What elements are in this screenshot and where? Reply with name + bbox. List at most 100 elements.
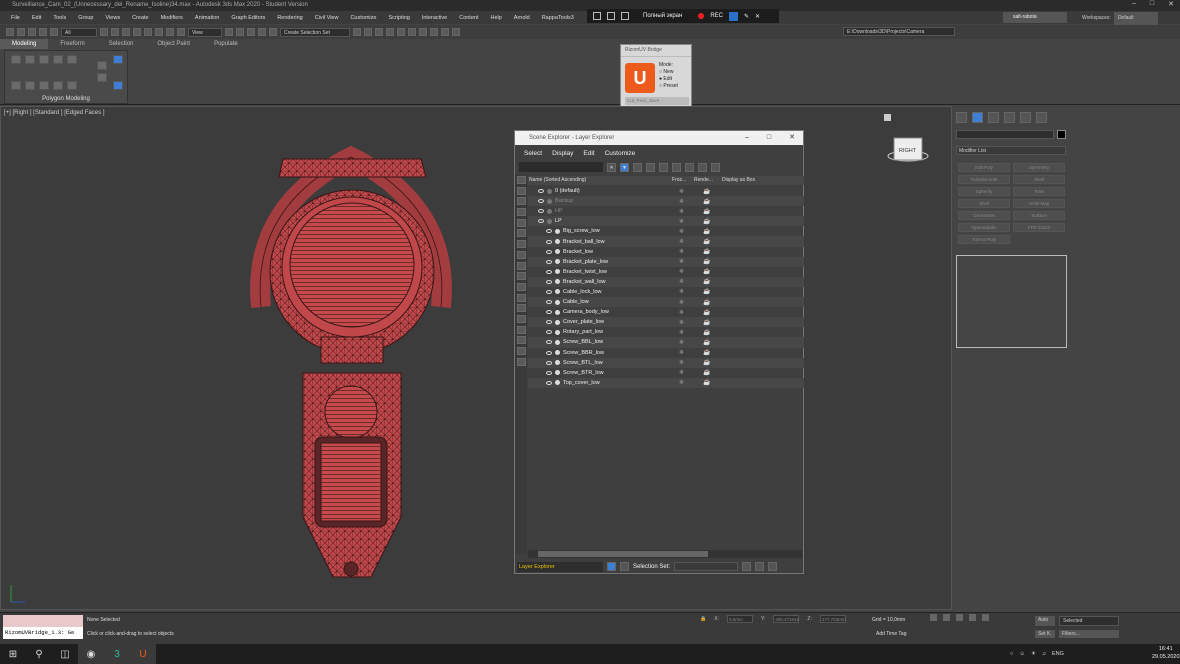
menu-item[interactable]: Help xyxy=(484,15,507,21)
renderable-icon[interactable]: ☕ xyxy=(703,198,710,205)
menu-item[interactable]: Customize xyxy=(344,15,382,21)
percent-snap-icon[interactable] xyxy=(258,28,266,36)
utilities-tab-icon[interactable] xyxy=(1036,112,1047,123)
modifier-button[interactable]: FFD 3x3x3 xyxy=(1013,223,1065,232)
menu-item[interactable]: Edit xyxy=(26,15,47,21)
lights-icon[interactable] xyxy=(516,208,526,217)
rotate-icon[interactable] xyxy=(155,28,163,36)
layer-row[interactable]: HP ❄ ☕ xyxy=(528,206,804,216)
xrefs-icon[interactable] xyxy=(516,261,526,270)
freeze-icon[interactable]: ❄ xyxy=(679,208,684,215)
cameras-icon[interactable] xyxy=(516,218,526,227)
goto-end-icon[interactable] xyxy=(982,614,989,621)
people-icon[interactable]: ☺ xyxy=(1019,651,1025,657)
menu-item[interactable]: Rendering xyxy=(271,15,308,21)
menu-edit[interactable]: Edit xyxy=(578,150,599,157)
renderable-icon[interactable]: ☕ xyxy=(703,218,710,225)
object-row[interactable]: Rotary_part_low ❄ ☕ xyxy=(528,327,804,337)
ribbon-tool-icon[interactable] xyxy=(53,55,63,64)
maximize-icon[interactable]: □ xyxy=(767,131,771,145)
tab-modeling[interactable]: Modeling xyxy=(0,39,49,49)
ribbon-tool-icon[interactable] xyxy=(67,55,77,64)
geometry-icon[interactable] xyxy=(516,186,526,195)
ribbon-tool-icon[interactable] xyxy=(53,81,63,90)
freeze-icon[interactable]: ❄ xyxy=(679,339,684,346)
modifier-button[interactable]: OpenSubdiv xyxy=(958,223,1010,232)
object-row[interactable]: Screw_BTL_low ❄ ☕ xyxy=(528,357,804,368)
polygon-modeling-label[interactable]: Polygon Modeling xyxy=(4,94,128,104)
visibility-eye-icon[interactable] xyxy=(538,219,544,224)
object-row[interactable]: Bracket_twist_low ❄ ☕ xyxy=(528,267,804,277)
modifier-button[interactable]: Symmetry xyxy=(1013,163,1065,172)
object-row[interactable]: Cable_lock_low ❄ ☕ xyxy=(528,287,804,297)
modifier-button[interactable]: Edit Poly xyxy=(958,163,1010,172)
modifier-button[interactable]: Shell xyxy=(958,199,1010,208)
freeze-icon[interactable]: ❄ xyxy=(679,198,684,205)
bones-icon[interactable] xyxy=(516,272,526,281)
viewport-label[interactable]: [+] [Right ] [Standard ] [Edged Faces ] xyxy=(4,110,105,116)
render-icon[interactable] xyxy=(452,28,460,36)
lock-icon[interactable] xyxy=(633,162,642,172)
menu-display[interactable]: Display xyxy=(547,150,578,157)
close-icon[interactable]: ✕ xyxy=(789,131,795,145)
project-path[interactable]: E:\Downloads\3D\Projects\Camera xyxy=(843,27,955,36)
renderable-icon[interactable]: ☕ xyxy=(703,339,710,346)
mirror-icon[interactable] xyxy=(353,28,361,36)
object-row[interactable]: Top_cover_low ❄ ☕ xyxy=(528,377,804,388)
select-icon[interactable] xyxy=(100,28,108,36)
visibility-eye-icon[interactable] xyxy=(546,330,552,335)
visibility-eye-icon[interactable] xyxy=(546,380,552,385)
visibility-eye-icon[interactable] xyxy=(538,189,544,194)
object-name-field[interactable] xyxy=(956,130,1054,139)
window-crossing-icon[interactable] xyxy=(133,28,141,36)
menu-item[interactable]: RappaTools3 xyxy=(536,15,580,21)
tag-icon[interactable] xyxy=(516,357,526,366)
object-row[interactable]: Screw_BBL_low ❄ ☕ xyxy=(528,337,804,348)
renderable-icon[interactable]: ☕ xyxy=(703,299,710,306)
visibility-eye-icon[interactable] xyxy=(546,350,552,355)
record-icon[interactable] xyxy=(698,13,705,19)
selection-filter[interactable]: All xyxy=(61,27,97,37)
containers-icon[interactable] xyxy=(516,282,526,291)
search-field[interactable] xyxy=(519,162,603,172)
add-time-tag[interactable]: Add Time Tag xyxy=(876,631,906,637)
tab-object-paint[interactable]: Object Paint xyxy=(145,39,202,49)
renderable-icon[interactable]: ☕ xyxy=(703,319,710,326)
visibility-eye-icon[interactable] xyxy=(546,229,552,234)
curve-editor-icon[interactable] xyxy=(397,28,405,36)
chrome-icon[interactable]: ◉ xyxy=(78,644,104,664)
horizontal-scrollbar[interactable] xyxy=(528,550,802,558)
menu-item[interactable]: Group xyxy=(72,15,99,21)
modifier-list-dropdown[interactable]: Modifier List xyxy=(956,146,1066,155)
visibility-eye-icon[interactable] xyxy=(546,310,552,315)
maximize-icon[interactable]: □ xyxy=(1150,0,1154,11)
visibility-eye-icon[interactable] xyxy=(546,340,552,345)
freeze-icon[interactable]: ❄ xyxy=(679,319,684,326)
visibility-eye-icon[interactable] xyxy=(546,320,552,325)
modifier-button[interactable]: CreaseSet xyxy=(958,211,1010,220)
renderable-icon[interactable]: ☕ xyxy=(703,268,710,275)
maxscript-listener-output[interactable] xyxy=(3,615,83,627)
render-setup-icon[interactable] xyxy=(430,28,438,36)
add-to-layer-icon[interactable] xyxy=(659,162,668,172)
network-icon[interactable]: ☀ xyxy=(1031,651,1036,657)
user-account[interactable]: salt-rabota xyxy=(1003,12,1067,23)
menu-item[interactable]: Arnold xyxy=(508,15,536,21)
search-icon[interactable]: ⚲ xyxy=(26,644,52,664)
layer-tree-icon[interactable] xyxy=(672,162,681,172)
frozen-icon[interactable] xyxy=(516,293,526,302)
next-frame-icon[interactable] xyxy=(969,614,976,621)
renderable-icon[interactable]: ☕ xyxy=(703,359,710,366)
invert-icon[interactable] xyxy=(516,336,526,345)
visibility-eye-icon[interactable] xyxy=(538,209,544,214)
rizom-logo-icon[interactable]: U xyxy=(625,63,655,93)
key-filter-select[interactable]: Selected xyxy=(1059,616,1119,626)
layer-row[interactable]: LP ❄ ☕ xyxy=(528,216,804,227)
freeze-icon[interactable]: ❄ xyxy=(679,248,684,255)
renderable-icon[interactable]: ☕ xyxy=(703,369,710,376)
renderable-icon[interactable]: ☕ xyxy=(703,208,710,215)
modifier-stack[interactable] xyxy=(956,255,1067,348)
tab-selection[interactable]: Selection xyxy=(97,39,146,49)
modifier-button[interactable]: Spherify xyxy=(958,187,1010,196)
close-recorder-icon[interactable]: ✕ xyxy=(755,13,760,20)
